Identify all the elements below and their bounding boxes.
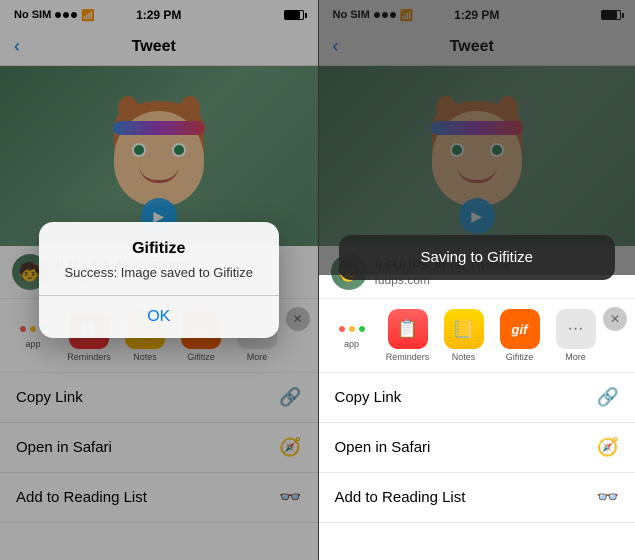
share-item-notes-right[interactable]: 📒 Notes [439,309,489,362]
action-open-safari-right[interactable]: Open in Safari 🧭 [319,423,635,473]
alert-message-left: Success: Image saved to Gifitize [55,264,263,282]
sheet-close-right[interactable]: ✕ [603,307,627,331]
alert-content-left: Gifitize Success: Image saved to Gifitiz… [39,222,279,294]
copy-link-label-right: Copy Link [335,389,402,406]
action-list-right: Copy Link 🔗 Open in Safari 🧭 Add to Read… [319,373,635,560]
notes-icon-right: 📒 [444,309,484,349]
share-item-gifitize-right[interactable]: gif Gifitize [495,309,545,362]
saving-toast-right: Saving to Gifitize [339,235,616,280]
notes-label-right: Notes [439,352,489,362]
reading-icon-right: 👓 [597,487,619,508]
gifitize-label-right: Gifitize [495,352,545,362]
link-icon-right: 🔗 [597,387,619,408]
toast-overlay-right [319,0,635,275]
left-phone-panel: No SIM 📶 1:29 PM ‹ Tweet [0,0,318,560]
reading-list-label-right: Add to Reading List [335,489,466,506]
action-reading-list-right[interactable]: Add to Reading List 👓 [319,473,635,523]
alert-box-left: Gifitize Success: Image saved to Gifitiz… [39,222,279,337]
share-item-more-right[interactable]: ··· More [551,309,601,362]
action-copy-link-right[interactable]: Copy Link 🔗 [319,373,635,423]
safari-icon-right: 🧭 [597,437,619,458]
alert-ok-button-left[interactable]: OK [39,296,279,338]
more-label-right: More [551,352,601,362]
reminders-label-right: Reminders [383,352,433,362]
alert-title-left: Gifitize [55,240,263,258]
right-phone-panel: No SIM 📶 1:29 PM ‹ Tweet [318,0,635,560]
share-item-reminders-right[interactable]: 📋 Reminders [383,309,433,362]
open-safari-label-right: Open in Safari [335,439,431,456]
gif-icon-right: gif [500,309,540,349]
more-dots-right: ··· [556,309,596,349]
reminders-icon-right: 📋 [388,309,428,349]
app-label-right: app [327,339,377,349]
share-item-app-right[interactable]: app [327,322,377,349]
dots-right [339,322,365,336]
share-row-right: app 📋 Reminders 📒 Notes gif Gifitize ···… [319,299,635,373]
alert-overlay-left: Gifitize Success: Image saved to Gifitiz… [0,0,318,560]
